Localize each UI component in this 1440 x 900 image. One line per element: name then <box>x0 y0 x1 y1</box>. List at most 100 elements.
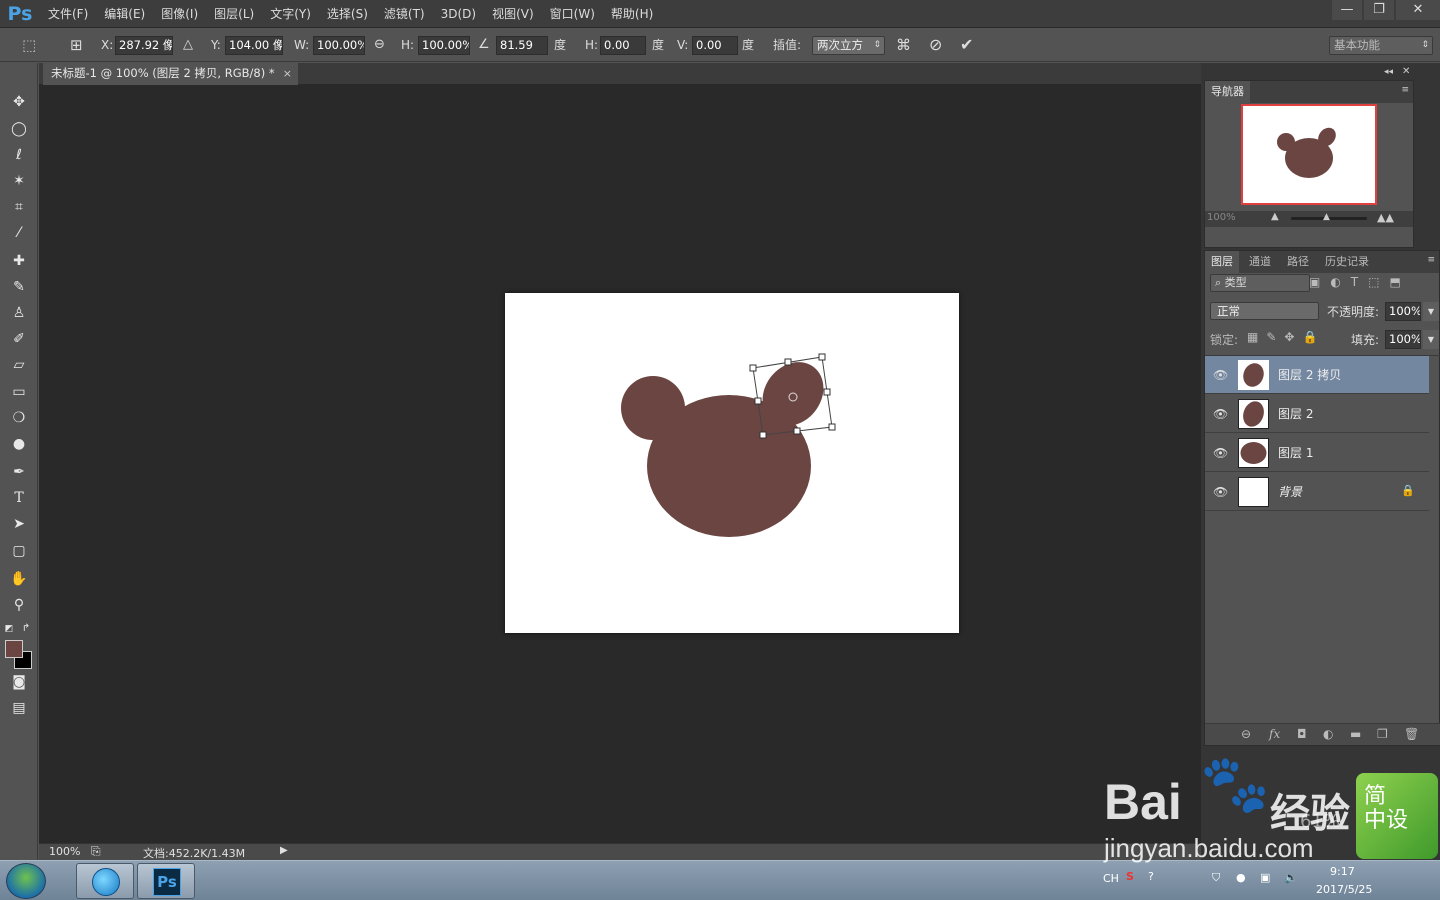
document-canvas[interactable] <box>505 293 959 633</box>
menu-image[interactable]: 图像(I) <box>153 0 206 28</box>
panel-menu-icon[interactable]: ≡ <box>1401 85 1409 95</box>
eyedropper-icon[interactable]: ⁄ <box>7 222 31 244</box>
qq-icon[interactable]: ● <box>1236 871 1246 884</box>
security-icon[interactable]: ⛉ <box>1212 871 1220 885</box>
export-icon[interactable]: ⎘ <box>91 844 101 859</box>
menu-type[interactable]: 文字(Y) <box>262 0 319 28</box>
tab-history[interactable]: 历史记录 <box>1319 251 1375 273</box>
adjustment-layer-icon[interactable]: ◐ <box>1323 727 1333 741</box>
fill-slider-icon[interactable]: ▼ <box>1423 330 1439 349</box>
layer-row-layer2-copy[interactable]: 👁 图层 2 拷贝 <box>1205 356 1429 394</box>
menu-select[interactable]: 选择(S) <box>319 0 376 28</box>
tab-navigator[interactable]: 导航器 <box>1205 81 1250 103</box>
eraser-icon[interactable]: ▱ <box>7 354 31 376</box>
delete-layer-icon[interactable]: 🗑 <box>1404 727 1419 741</box>
status-menu-arrow-icon[interactable]: ▶ <box>280 845 288 856</box>
move-tool-icon[interactable]: ✥ <box>7 91 31 113</box>
opacity-slider-icon[interactable]: ▼ <box>1423 302 1439 321</box>
layer-name[interactable]: 图层 2 <box>1278 395 1313 433</box>
visibility-eye-icon[interactable]: 👁 <box>1213 407 1228 421</box>
layer-name[interactable]: 背景 <box>1278 473 1302 511</box>
new-group-icon[interactable]: ▬ <box>1350 727 1361 741</box>
clock-date[interactable]: 2017/5/25 <box>1316 883 1372 896</box>
ime-icon[interactable]: S <box>1126 870 1134 883</box>
layer-name[interactable]: 图层 1 <box>1278 434 1313 472</box>
zoom-in-icon[interactable]: ▲▲ <box>1377 211 1394 224</box>
menu-edit[interactable]: 编辑(E) <box>96 0 153 28</box>
clone-stamp-icon[interactable]: ♙ <box>7 302 31 324</box>
taskbar-browser-app[interactable] <box>76 863 134 899</box>
visibility-eye-icon[interactable]: 👁 <box>1213 368 1228 382</box>
elliptical-marquee-icon[interactable]: ◯ <box>7 118 31 140</box>
tab-paths[interactable]: 路径 <box>1281 251 1315 273</box>
visibility-eye-icon[interactable]: 👁 <box>1213 446 1228 460</box>
transform-handle[interactable] <box>759 431 767 439</box>
layer-row-layer1[interactable]: 👁 图层 1 <box>1205 434 1429 472</box>
menu-layer[interactable]: 图层(L) <box>206 0 262 28</box>
zoom-level[interactable]: 100% <box>49 845 80 858</box>
help-icon[interactable]: ? <box>1148 870 1154 883</box>
blend-mode-select[interactable]: 正常 <box>1210 302 1319 320</box>
fill-field[interactable]: 100% <box>1385 330 1421 349</box>
navigator-preview[interactable] <box>1241 104 1377 205</box>
taskbar-photoshop-app[interactable]: Ps <box>137 863 195 899</box>
blur-tool-icon[interactable]: ❍ <box>7 407 31 429</box>
zoom-tool-icon[interactable]: ⚲ <box>7 594 31 616</box>
vskew-field[interactable]: 0.00 <box>692 36 738 55</box>
restore-button[interactable]: ❐ <box>1364 0 1394 20</box>
hskew-field[interactable]: 0.00 <box>600 36 646 55</box>
tab-channels[interactable]: 通道 <box>1243 251 1277 273</box>
collapse-panels-icon[interactable]: ◂◂ <box>1384 67 1393 77</box>
fx-icon[interactable]: fx <box>1269 727 1280 741</box>
link-layers-icon[interactable]: ⊖ <box>1241 727 1251 741</box>
transform-handle[interactable] <box>793 427 801 435</box>
crop-tool-icon[interactable]: ⌗ <box>7 196 31 218</box>
relative-position-icon[interactable]: △ <box>183 28 193 62</box>
start-button[interactable] <box>6 863 46 899</box>
default-colors-icon[interactable]: ◩ <box>3 618 15 640</box>
layer-row-background[interactable]: 👁 背景 🔒 <box>1205 473 1429 511</box>
commit-transform-icon[interactable]: ✔ <box>960 28 973 62</box>
layer-name[interactable]: 图层 2 拷贝 <box>1278 356 1341 394</box>
workspace-select[interactable]: 基本功能 <box>1329 36 1433 55</box>
transform-handle[interactable] <box>823 388 831 396</box>
brush-tool-icon[interactable]: ✎ <box>7 276 31 298</box>
menu-filter[interactable]: 滤镜(T) <box>376 0 433 28</box>
zoom-out-icon[interactable]: ▲ <box>1271 211 1279 222</box>
menu-view[interactable]: 视图(V) <box>484 0 542 28</box>
quick-mask-icon[interactable]: ◙ <box>7 671 31 693</box>
close-panel-icon[interactable]: ✕ <box>1402 66 1410 77</box>
foreground-color-swatch[interactable] <box>5 640 23 658</box>
screen-mode-icon[interactable]: ▤ <box>7 697 31 719</box>
transform-handle[interactable] <box>749 364 757 372</box>
network-icon[interactable]: ▣ <box>1260 871 1270 884</box>
warp-mode-icon[interactable]: ⌘ <box>896 28 911 62</box>
lock-icons[interactable]: ▦✎✥🔒 <box>1247 330 1325 344</box>
menu-file[interactable]: 文件(F) <box>40 0 96 28</box>
shape-tool-icon[interactable]: ▢ <box>7 540 31 562</box>
visibility-eye-icon[interactable]: 👁 <box>1213 485 1228 499</box>
menu-help[interactable]: 帮助(H) <box>603 0 661 28</box>
new-layer-icon[interactable]: ❐ <box>1377 727 1388 741</box>
minimize-button[interactable]: — <box>1332 0 1362 20</box>
magic-wand-icon[interactable]: ✶ <box>7 170 31 192</box>
zoom-slider-thumb[interactable]: ▲ <box>1323 212 1330 222</box>
hand-tool-icon[interactable]: ✋ <box>7 568 31 590</box>
swap-colors-icon[interactable]: ↱ <box>20 618 32 640</box>
add-mask-icon[interactable]: ◘ <box>1297 727 1307 741</box>
transform-tool-icon[interactable]: ⬚ <box>22 28 36 62</box>
interpolation-select[interactable]: 两次立方 <box>812 36 885 55</box>
type-tool-icon[interactable]: T <box>7 487 31 509</box>
layers-panel-menu-icon[interactable]: ≡ <box>1427 255 1435 265</box>
close-document-icon[interactable]: × <box>283 63 292 84</box>
reference-point-icon[interactable]: ⊞ <box>70 28 83 62</box>
gradient-tool-icon[interactable]: ▭ <box>7 381 31 403</box>
cancel-transform-icon[interactable]: ⊘ <box>929 28 942 62</box>
width-field[interactable]: 100.00% <box>313 36 365 55</box>
tab-layers[interactable]: 图层 <box>1205 251 1239 273</box>
history-brush-icon[interactable]: ✐ <box>7 328 31 350</box>
dodge-tool-icon[interactable]: ● <box>7 433 31 455</box>
link-icon[interactable]: ⊖ <box>374 28 385 62</box>
menu-window[interactable]: 窗口(W) <box>542 0 603 28</box>
lasso-tool-icon[interactable]: ℓ <box>7 144 31 166</box>
